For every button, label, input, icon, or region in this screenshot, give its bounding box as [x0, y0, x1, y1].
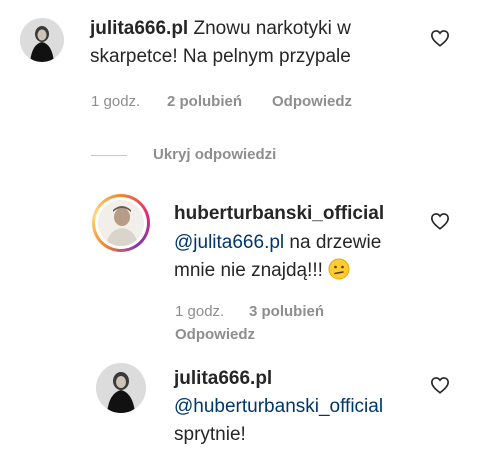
reply-username[interactable]: julita666.pl: [174, 368, 272, 389]
hide-replies-button[interactable]: Ukryj odpowiedzi: [153, 145, 276, 165]
avatar-photo: [98, 200, 144, 246]
reply-text-line2: sprytnie!: [174, 424, 246, 445]
avatar-story-ring[interactable]: [92, 194, 150, 252]
comment-likes[interactable]: 2 polubień: [167, 93, 242, 110]
reply-text-line1: na drzewie: [284, 232, 382, 253]
comment-time: 1 godz.: [91, 93, 141, 110]
confused-face-emoji: [328, 258, 350, 280]
reply-mention[interactable]: @julita666.pl: [174, 232, 284, 253]
avatar[interactable]: [20, 18, 64, 62]
reply-text-line2: mnie nie znajdą!!!: [174, 260, 323, 281]
reply-time: 1 godz.: [175, 303, 225, 320]
avatar[interactable]: [96, 363, 146, 413]
avatar-photo: [20, 18, 64, 62]
heart-outline-icon[interactable]: [430, 29, 450, 47]
reply-mention[interactable]: @huberturbanski_official: [174, 396, 383, 417]
heart-outline-icon[interactable]: [430, 212, 450, 230]
reply-likes[interactable]: 3 polubień: [249, 303, 324, 320]
heart-outline-icon[interactable]: [430, 376, 450, 394]
comment-reply-button[interactable]: Odpowiedz: [272, 93, 352, 110]
reply-reply-button[interactable]: Odpowiedz: [175, 326, 255, 343]
comment-username[interactable]: julita666.pl: [90, 18, 188, 39]
comment-text-line2: skarpetce! Na pelnym przypale: [90, 46, 351, 67]
avatar-photo: [96, 363, 146, 413]
avatar: [98, 200, 144, 246]
reply-username[interactable]: huberturbanski_official: [174, 203, 384, 224]
hide-replies-line: [91, 155, 127, 156]
comment-text-line1: Znowu narkotyki w: [193, 18, 351, 39]
